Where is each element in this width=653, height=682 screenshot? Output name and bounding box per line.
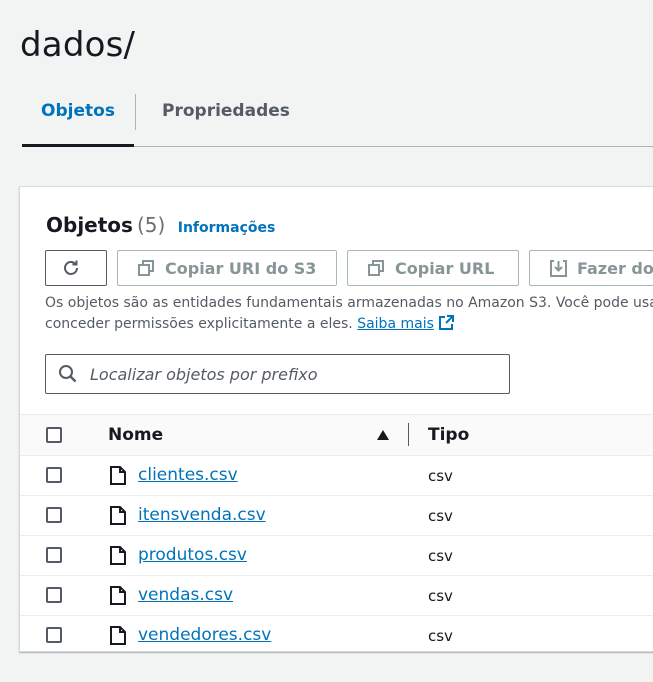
panel-description: Os objetos são as entidades fundamentais…	[45, 293, 653, 335]
copy-s3-uri-button[interactable]: Copiar URI do S3	[117, 250, 337, 286]
object-type: csv	[428, 587, 453, 605]
object-count: (5)	[136, 213, 166, 237]
search-box	[45, 354, 510, 394]
search-icon	[59, 365, 77, 383]
object-type: csv	[428, 507, 453, 525]
tab-propriedades[interactable]: Propriedades	[162, 92, 290, 144]
copy-s3-uri-label: Copiar URI do S3	[165, 258, 317, 278]
copy-url-button[interactable]: Copiar URL	[347, 250, 519, 286]
select-all-checkbox[interactable]	[46, 427, 62, 443]
download-label: Fazer do	[577, 258, 653, 278]
row-checkbox[interactable]	[46, 467, 62, 483]
copy-icon	[368, 259, 384, 276]
table-row: vendas.csv csv	[20, 576, 653, 616]
description-line-2: conceder permissões explicitamente a ele…	[45, 316, 353, 332]
info-link[interactable]: Informações	[178, 220, 276, 236]
file-icon	[110, 466, 126, 490]
column-header-name[interactable]: Nome	[108, 415, 163, 455]
object-type: csv	[428, 547, 453, 565]
row-checkbox[interactable]	[46, 627, 62, 643]
table-row: produtos.csv csv	[20, 536, 653, 576]
file-icon	[110, 586, 126, 610]
object-name-link[interactable]: vendedores.csv	[138, 616, 271, 651]
objects-table: Nome Tipo clientes.csv csv itensvenda.csv c…	[20, 414, 653, 651]
object-name-link[interactable]: produtos.csv	[138, 536, 247, 575]
sort-ascending-icon[interactable]	[376, 429, 390, 441]
table-row: clientes.csv csv	[20, 456, 653, 496]
search-input[interactable]	[88, 363, 492, 385]
external-link-icon	[438, 315, 454, 330]
object-name-link[interactable]: vendas.csv	[138, 576, 233, 615]
object-type: csv	[428, 627, 453, 645]
tab-objetos[interactable]: Objetos	[22, 92, 134, 147]
panel-title: Objetos	[46, 213, 133, 237]
download-button[interactable]: Fazer do	[529, 250, 653, 286]
description-line-1: Os objetos são as entidades fundamentais…	[45, 295, 653, 311]
table-row: itensvenda.csv csv	[20, 496, 653, 536]
column-header-type[interactable]: Tipo	[428, 415, 469, 455]
object-name-link[interactable]: clientes.csv	[138, 456, 238, 495]
file-icon	[110, 626, 126, 650]
copy-icon	[138, 259, 154, 276]
row-checkbox[interactable]	[46, 587, 62, 603]
row-checkbox[interactable]	[46, 547, 62, 563]
file-icon	[110, 506, 126, 530]
refresh-button[interactable]	[45, 250, 107, 286]
table-header: Nome Tipo	[20, 414, 653, 456]
panel-header: Objetos (5) Informações	[46, 213, 275, 237]
file-icon	[110, 546, 126, 570]
download-icon	[550, 259, 567, 277]
row-checkbox[interactable]	[46, 507, 62, 523]
objects-panel: Objetos (5) Informações Copiar URI do S3 …	[19, 186, 653, 652]
page-title: dados/	[20, 24, 136, 65]
refresh-icon	[64, 260, 78, 275]
tab-bar: Objetos Propriedades	[22, 92, 653, 147]
table-row: vendedores.csv csv	[20, 616, 653, 651]
tab-divider	[135, 94, 136, 130]
object-type: csv	[428, 467, 453, 485]
object-name-link[interactable]: itensvenda.csv	[138, 496, 266, 535]
column-resizer[interactable]	[408, 423, 409, 446]
copy-url-label: Copiar URL	[395, 258, 495, 278]
learn-more-link[interactable]: Saiba mais	[357, 316, 434, 332]
